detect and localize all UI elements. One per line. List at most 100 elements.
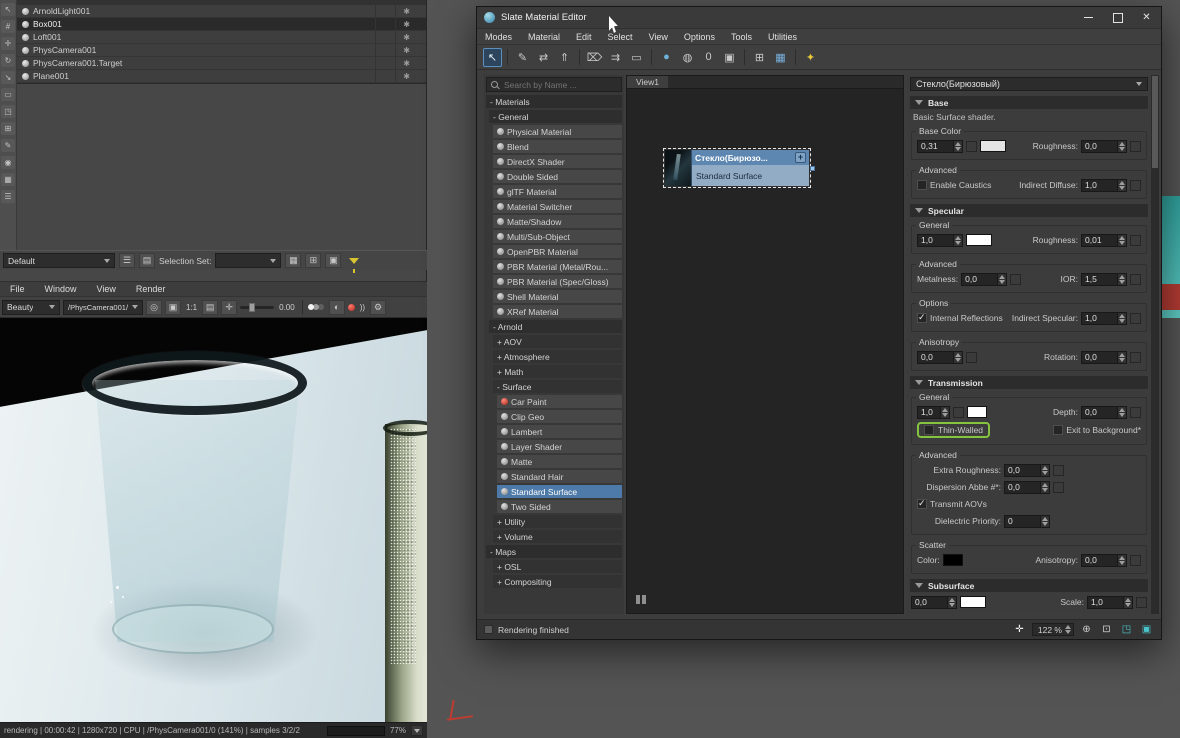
- rgb-channels-icon[interactable]: [308, 304, 314, 310]
- anisotropy-map-button[interactable]: [966, 352, 977, 363]
- region-tool-icon[interactable]: ▭: [1, 88, 15, 101]
- material-item[interactable]: Multi/Sub-Object: [493, 230, 622, 243]
- material-item[interactable]: Matte: [497, 455, 622, 468]
- tree-group-general[interactable]: - General: [489, 110, 622, 123]
- material-item[interactable]: Standard Hair: [497, 470, 622, 483]
- tree-group-math[interactable]: + Math: [493, 365, 622, 378]
- material-item-selected[interactable]: Standard Surface: [497, 485, 622, 498]
- material-name-dropdown[interactable]: Стекло(Бирюзовый): [910, 77, 1148, 91]
- material-item[interactable]: PBR Material (Metal/Rou...: [493, 260, 622, 273]
- render-toggle-icon[interactable]: ✱: [403, 20, 410, 29]
- material-item[interactable]: Clip Geo: [497, 410, 622, 423]
- spinner-arrows-icon[interactable]: [953, 352, 962, 363]
- material-id-channel-icon[interactable]: ▣: [720, 48, 739, 67]
- tree-group-osl[interactable]: + OSL: [493, 560, 622, 573]
- scatter-anisotropy-map-button[interactable]: [1130, 555, 1141, 566]
- scene-row[interactable]: Loft001✱: [17, 31, 426, 44]
- zoom-level[interactable]: 122 %: [1032, 623, 1074, 636]
- rollout-subsurface[interactable]: Subsurface: [910, 579, 1148, 592]
- edit-tool-icon[interactable]: ✎: [1, 139, 15, 152]
- hide-unused-slots-icon[interactable]: ▭: [627, 48, 646, 67]
- tree-header-materials[interactable]: - Materials: [486, 95, 622, 108]
- transmission-weight-map-button[interactable]: [953, 407, 964, 418]
- material-item[interactable]: Matte/Shadow: [493, 215, 622, 228]
- render-toggle-icon[interactable]: ✱: [403, 33, 410, 42]
- menu-view[interactable]: View: [641, 32, 676, 42]
- spinner-arrows-icon[interactable]: [940, 407, 949, 418]
- subsurface-color-swatch[interactable]: [960, 596, 986, 608]
- metalness-spinner[interactable]: 0,0: [961, 273, 1007, 286]
- lock-view-icon[interactable]: ▣: [165, 300, 181, 315]
- layers-icon[interactable]: ▤: [139, 253, 155, 268]
- spinner-arrows-icon[interactable]: [1065, 622, 1071, 637]
- render-preview-icon[interactable]: ✦: [801, 48, 820, 67]
- render-toggle-icon[interactable]: ✱: [403, 46, 410, 55]
- browser-search[interactable]: [486, 77, 622, 92]
- new-set-icon[interactable]: ⊞: [305, 253, 321, 268]
- dispersion-map-button[interactable]: [1053, 482, 1064, 493]
- select-tool-icon[interactable]: ↖: [1, 3, 15, 16]
- rotation-map-button[interactable]: [1130, 352, 1141, 363]
- menu-view[interactable]: View: [87, 284, 126, 294]
- tree-group-compositing[interactable]: + Compositing: [493, 575, 622, 588]
- spinner-arrows-icon[interactable]: [1040, 465, 1049, 476]
- render-toggle-icon[interactable]: ✱: [403, 59, 410, 68]
- base-weight-spinner[interactable]: 0,31: [917, 140, 963, 153]
- zoom-extents-icon[interactable]: ◳: [1119, 622, 1134, 637]
- spinner-arrows-icon[interactable]: [953, 141, 962, 152]
- menu-edit[interactable]: Edit: [568, 32, 600, 42]
- put-to-library-icon[interactable]: ⇑: [555, 48, 574, 67]
- scale-spinner[interactable]: 1,0: [1087, 596, 1133, 609]
- material-item[interactable]: glTF Material: [493, 185, 622, 198]
- menu-utilities[interactable]: Utilities: [760, 32, 805, 42]
- render-toggle-icon[interactable]: ✱: [403, 72, 410, 81]
- close-button[interactable]: ✕: [1132, 7, 1161, 28]
- list-tool-icon[interactable]: ☰: [1, 190, 15, 203]
- render-tool-icon[interactable]: ◉: [1, 156, 15, 169]
- material-item[interactable]: Shell Material: [493, 290, 622, 303]
- exposure-slider[interactable]: [240, 306, 274, 309]
- search-input[interactable]: [502, 79, 617, 91]
- scene-row[interactable]: PhysCamera001.Target✱: [17, 57, 426, 70]
- render-toggle-icon[interactable]: ✱: [403, 7, 410, 16]
- menu-window[interactable]: Window: [35, 284, 87, 294]
- spinner-arrows-icon[interactable]: [1117, 180, 1126, 191]
- layout-children-icon[interactable]: ⊞: [750, 48, 769, 67]
- scene-row[interactable]: ArnoldLight001✱: [17, 5, 426, 18]
- spinner-arrows-icon[interactable]: [1117, 555, 1126, 566]
- material-node[interactable]: Стекло(Бирюзо... + Standard Surface: [663, 148, 811, 188]
- ior-spinner[interactable]: 1,5: [1081, 273, 1127, 286]
- material-item[interactable]: DirectX Shader: [493, 155, 622, 168]
- material-item[interactable]: PBR Material (Spec/Gloss): [493, 275, 622, 288]
- indirect-specular-spinner[interactable]: 1,0: [1081, 312, 1127, 325]
- tree-group-aov[interactable]: + AOV: [493, 335, 622, 348]
- slider-thumb[interactable]: [249, 303, 255, 312]
- progress-dropdown-icon[interactable]: [411, 725, 423, 736]
- material-item[interactable]: Double Sided: [493, 170, 622, 183]
- select-by-name-icon[interactable]: #: [1, 20, 15, 33]
- material-item[interactable]: Physical Material: [493, 125, 622, 138]
- show-background-icon[interactable]: ◍: [678, 48, 697, 67]
- depth-map-button[interactable]: [1130, 407, 1141, 418]
- enable-caustics-checkbox[interactable]: [917, 180, 927, 190]
- tree-header-maps[interactable]: - Maps: [486, 545, 622, 558]
- depth-spinner[interactable]: 0,0: [1081, 406, 1127, 419]
- menu-file[interactable]: File: [0, 284, 35, 294]
- rotate-tool-icon[interactable]: ↻: [1, 54, 15, 67]
- base-roughness-spinner[interactable]: 0,0: [1081, 140, 1127, 153]
- spinner-arrows-icon[interactable]: [1117, 352, 1126, 363]
- scrollbar-thumb[interactable]: [1152, 76, 1158, 168]
- pan-hand-icon[interactable]: ✛: [1012, 622, 1027, 637]
- minimize-button[interactable]: [1074, 7, 1103, 28]
- scatter-anisotropy-spinner[interactable]: 0,0: [1081, 554, 1127, 567]
- extra-roughness-spinner[interactable]: 0,0: [1004, 464, 1050, 477]
- snap-tool-icon[interactable]: ◳: [1, 105, 15, 118]
- show-numbers-icon[interactable]: 0: [699, 48, 718, 67]
- delete-selected-icon[interactable]: ⌦: [585, 48, 604, 67]
- named-selection-dropdown[interactable]: Default: [3, 253, 115, 268]
- selection-set-dropdown[interactable]: [215, 253, 281, 268]
- zoom-extents-all-icon[interactable]: ▣: [1139, 622, 1154, 637]
- spinner-arrows-icon[interactable]: [1040, 516, 1049, 527]
- camera-dropdown[interactable]: /PhysCamera001/C: [63, 300, 143, 315]
- pick-material-icon[interactable]: ✎: [513, 48, 532, 67]
